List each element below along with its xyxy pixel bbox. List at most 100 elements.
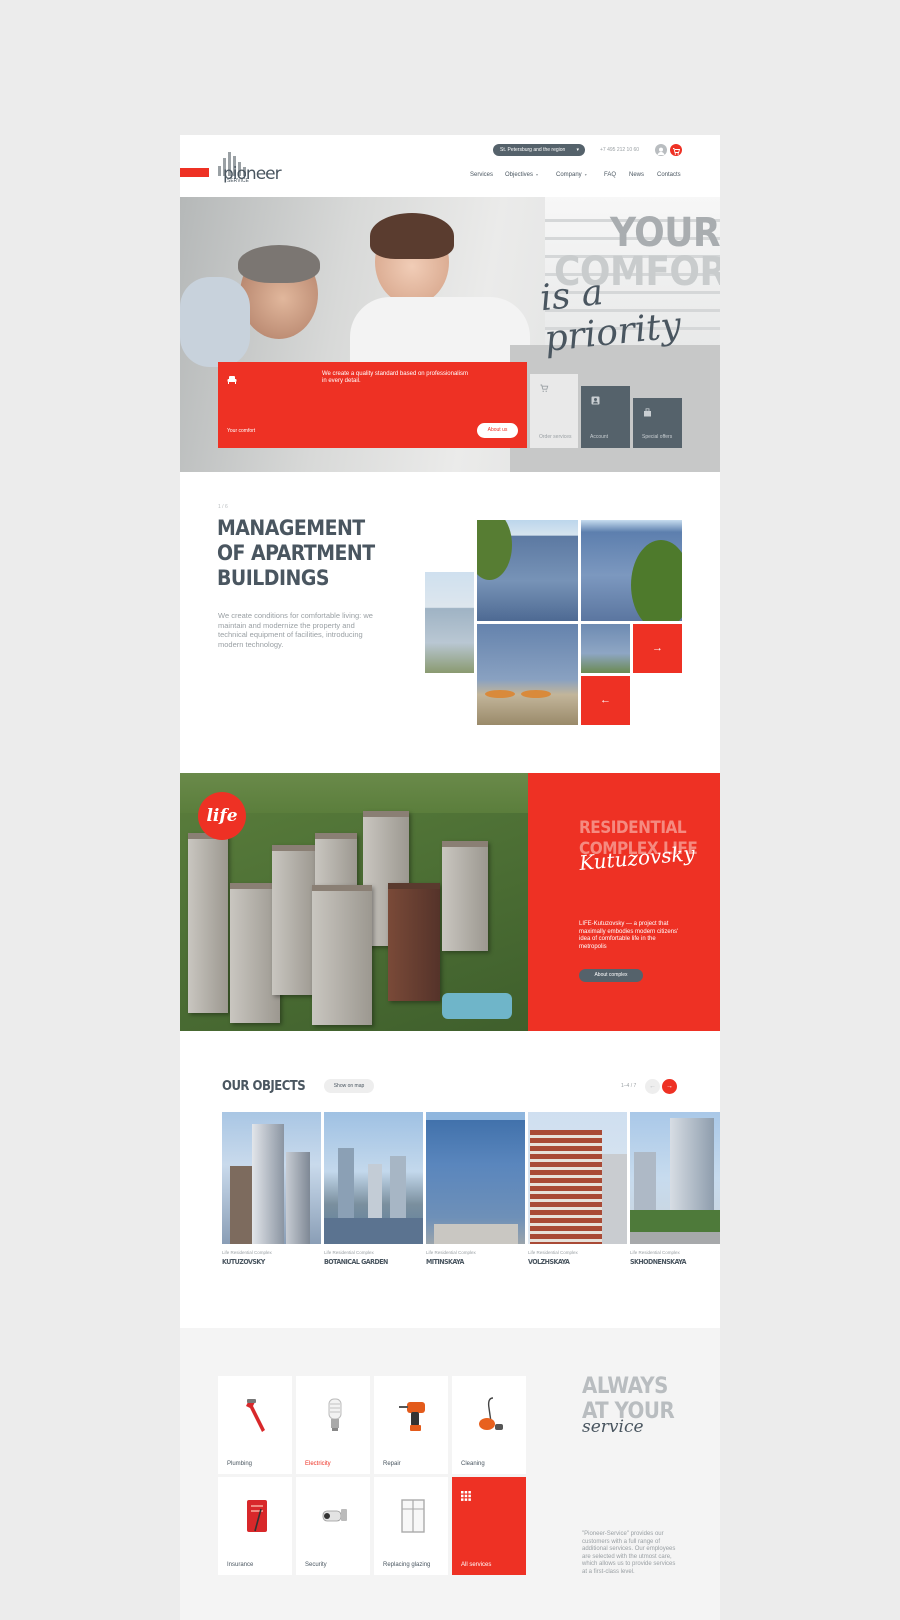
tile-order-services[interactable]: Order services (530, 374, 578, 448)
arrow-right-icon[interactable]: → (662, 1079, 677, 1094)
tile-label: Order services (539, 434, 572, 440)
policy-icon (243, 1497, 271, 1535)
service-label: All services (461, 1562, 492, 1568)
arrow-left-icon[interactable]: ← (645, 1079, 660, 1094)
service-cleaning[interactable]: Cleaning (452, 1376, 526, 1474)
object-photo (426, 1112, 525, 1244)
object-name: MITINSKAYA (426, 1258, 464, 1266)
services-title-script: service (582, 1417, 644, 1437)
service-label: Repair (383, 1461, 401, 1467)
sofa-icon (227, 371, 237, 384)
hero-card-text: We create a quality standard based on pr… (322, 371, 468, 384)
nav-services[interactable]: Services (470, 172, 493, 178)
object-name: SKHODNENSKAYA (630, 1258, 687, 1266)
life-badge-logo: life (198, 792, 246, 840)
building-photo (477, 520, 578, 621)
management-title: MANAGEMENT OF APARTMENT BUILDINGS (217, 516, 375, 590)
tile-label: Special offers (642, 434, 673, 440)
vacuum-icon (477, 1396, 505, 1434)
objects-title: OUR OBJECTS (222, 1079, 306, 1094)
cart-icon[interactable] (670, 144, 682, 156)
object-subtitle: Life Residential Complex (528, 1250, 578, 1255)
nav-label: Services (470, 172, 494, 178)
arrow-left-icon[interactable]: ← (581, 676, 630, 725)
red-accent-strip (180, 168, 209, 177)
cart-icon (540, 384, 549, 393)
service-insurance[interactable]: Insurance (218, 1477, 292, 1575)
service-repair[interactable]: Repair (374, 1376, 448, 1474)
service-all-services[interactable]: All services (452, 1477, 526, 1575)
chevron-down-icon: ▾ (584, 172, 587, 177)
nav-objectives[interactable]: Objectives ▾ (505, 172, 538, 178)
building-photo (581, 624, 630, 673)
services-text: "Pioneer-Service" provides our customers… (582, 1531, 676, 1575)
service-label: Plumbing (227, 1461, 253, 1467)
building-photo (581, 520, 682, 621)
object-photo (630, 1112, 720, 1244)
object-photo (222, 1112, 321, 1244)
account-icon (591, 396, 600, 405)
hero-banner: YOUR COMFORT is a priority We create a q… (180, 197, 720, 472)
about-complex-button[interactable]: About complex (579, 969, 643, 982)
window-icon (399, 1497, 427, 1535)
service-label: Security (305, 1562, 327, 1568)
object-photo (324, 1112, 423, 1244)
management-text: We create conditions for comfortable liv… (218, 611, 373, 649)
region-selector[interactable]: St. Petersburg and the region ▾ (493, 144, 585, 156)
object-name: BOTANICAL GARDEN (324, 1258, 388, 1266)
hero-title-line1: YOUR (610, 210, 720, 256)
site-header: pioneer SERVICE St. Petersburg and the r… (180, 135, 720, 197)
service-electricity[interactable]: Electricity (296, 1376, 370, 1474)
nav-news[interactable]: News (629, 172, 644, 178)
life-text: LIFE-Kutuzovsky — a project that maximal… (579, 921, 679, 950)
object-subtitle: Life Residential Complex (630, 1250, 680, 1255)
about-us-button[interactable]: About us (477, 423, 518, 438)
service-label: Insurance (227, 1562, 254, 1568)
services-title-line1: ALWAYS (582, 1374, 668, 1399)
lightbulb-icon (321, 1396, 349, 1434)
nav-faq[interactable]: FAQ (604, 172, 616, 178)
region-label: St. Petersburg and the region (500, 147, 566, 153)
user-icon[interactable] (655, 144, 667, 156)
hero-info-card: We create a quality standard based on pr… (218, 362, 527, 448)
tile-special-offers[interactable]: Special offers (633, 398, 682, 448)
object-name: VOLZHSKAYA (528, 1258, 570, 1266)
object-photo (528, 1112, 627, 1244)
wrench-icon (243, 1396, 271, 1434)
hero-card-label: Your comfort (227, 428, 256, 434)
arrow-right-icon[interactable]: → (633, 624, 682, 673)
life-info-panel: RESIDENTIAL COMPLEX LIFE Kutuzovsky LIFE… (528, 773, 720, 1031)
chevron-down-icon: ▾ (576, 147, 579, 153)
service-replacing-glazing[interactable]: Replacing glazing (374, 1477, 448, 1575)
chevron-down-icon: ▾ (536, 172, 539, 177)
logo[interactable]: pioneer SERVICE (218, 146, 293, 186)
nav-label: Company (556, 172, 582, 178)
nav-label: Objectives (505, 172, 534, 178)
object-name: KUTUZOVSKY (222, 1258, 265, 1266)
phone-number[interactable]: +7 495 212 10 60 (600, 144, 639, 156)
building-photo (477, 624, 578, 725)
camera-icon (321, 1497, 349, 1535)
service-plumbing[interactable]: Plumbing (218, 1376, 292, 1474)
grid-icon (461, 1488, 471, 1501)
drill-icon (399, 1396, 427, 1434)
service-security[interactable]: Security (296, 1477, 370, 1575)
service-label: Electricity (305, 1461, 331, 1467)
tile-label: Account (590, 434, 609, 440)
service-label: Cleaning (461, 1461, 485, 1467)
nav-company[interactable]: Company ▾ (556, 172, 587, 178)
nav-label: Contacts (657, 172, 681, 178)
nav-label: FAQ (604, 172, 617, 178)
object-subtitle: Life Residential Complex (222, 1250, 272, 1255)
services-section: Plumbing Electricity Repair Cleaning Ins… (180, 1328, 720, 1620)
nav-contacts[interactable]: Contacts (657, 172, 681, 178)
object-subtitle: Life Residential Complex (426, 1250, 476, 1255)
objects-counter: 1–4 / 7 (621, 1083, 637, 1089)
show-on-map-button[interactable]: Show on map (324, 1079, 374, 1093)
logo-subtitle: SERVICE (227, 178, 249, 184)
gift-icon (643, 408, 652, 417)
page: pioneer SERVICE St. Petersburg and the r… (180, 135, 720, 1620)
nav-label: News (629, 172, 645, 178)
tile-account[interactable]: Account (581, 386, 630, 448)
object-subtitle: Life Residential Complex (324, 1250, 374, 1255)
